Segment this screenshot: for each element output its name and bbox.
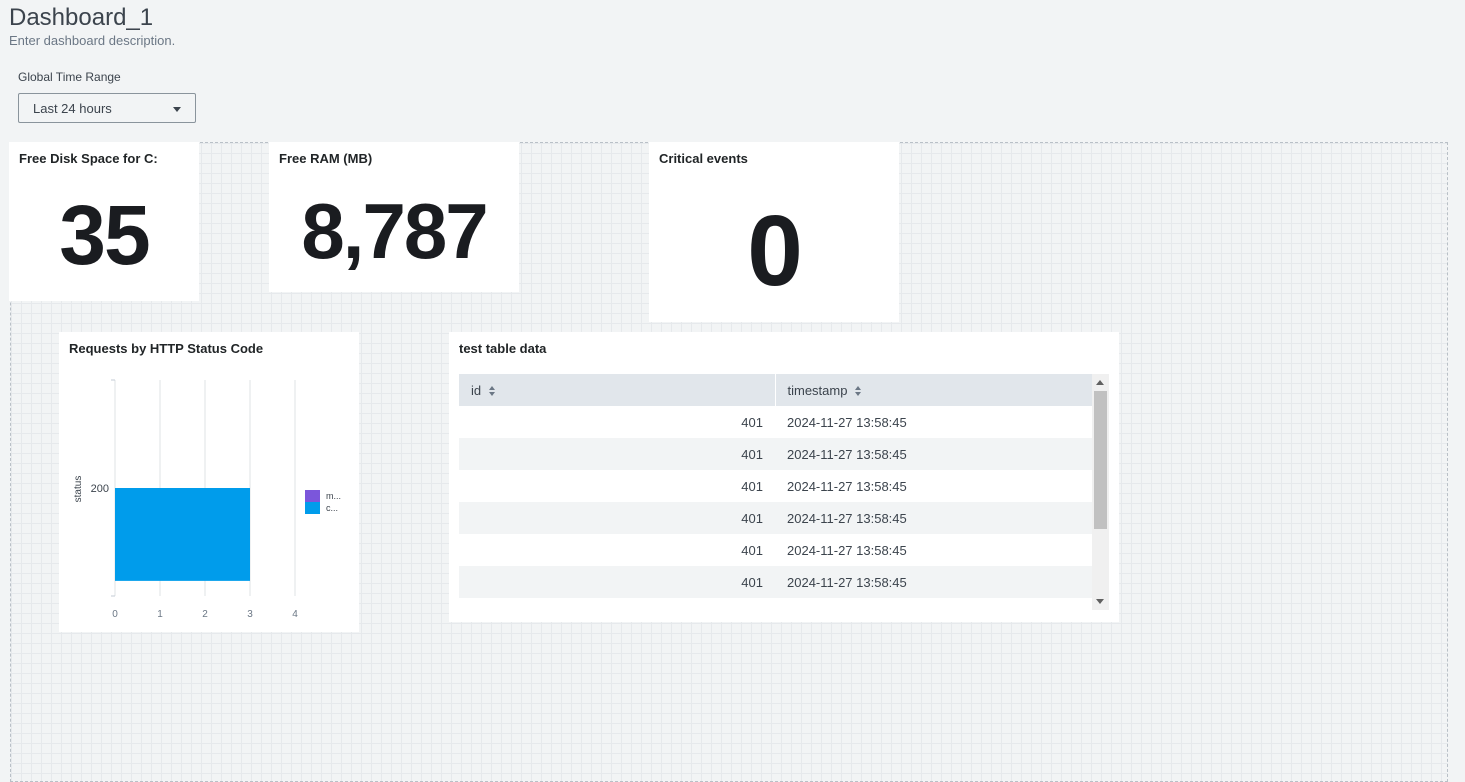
legend-label: c... [326, 503, 338, 513]
scroll-up-icon[interactable] [1096, 380, 1104, 385]
y-tick-label: 200 [91, 483, 109, 495]
panel-requests-chart[interactable]: Requests by HTTP Status Code 0 1 2 3 4 200 sta… [59, 332, 359, 632]
table-row[interactable]: 4012024-11-27 13:58:45 [459, 470, 1092, 502]
table-row[interactable]: 4012024-11-27 13:58:45 [459, 502, 1092, 534]
x-tick-label: 1 [157, 609, 163, 620]
cell-timestamp: 2024-11-27 13:58:45 [775, 470, 1092, 502]
cell-timestamp: 2024-11-27 13:58:45 [775, 438, 1092, 470]
scroll-down-icon[interactable] [1096, 599, 1104, 604]
cell-id: 401 [459, 534, 775, 566]
sort-icon [489, 386, 496, 397]
table-header-row: id timestamp [459, 374, 1092, 406]
x-tick-label: 3 [247, 609, 253, 620]
cell-id: 401 [459, 502, 775, 534]
cell-timestamp: 2024-11-27 13:58:45 [775, 406, 1092, 438]
panel-title: Free Disk Space for C: [19, 151, 158, 166]
single-value: 35 [59, 188, 150, 282]
cell-timestamp: 2024-11-27 13:58:45 [775, 566, 1092, 598]
bar-chart: 0 1 2 3 4 200 status m... c... [73, 379, 341, 620]
column-header-label: id [471, 382, 482, 398]
single-value: 0 [747, 195, 803, 307]
page-description[interactable]: Enter dashboard description. [9, 33, 175, 48]
column-header-id[interactable]: id [459, 374, 776, 406]
panel-critical-events[interactable]: Critical events 0 [649, 142, 899, 322]
cell-id: 401 [459, 566, 775, 598]
x-tick-label: 4 [292, 609, 298, 620]
time-range-dropdown[interactable]: Last 24 hours [18, 93, 196, 123]
y-axis-title: status [73, 476, 84, 503]
panel-test-table[interactable]: test table data id timestamp 401 2024-11-… [449, 332, 1119, 622]
table-scrollbar[interactable] [1092, 374, 1109, 610]
page-title: Dashboard_1 [9, 4, 154, 31]
legend-swatch [305, 502, 320, 514]
table-container: id timestamp 401 2024-11-27 13:58:45 401 20… [459, 374, 1109, 610]
column-header-timestamp[interactable]: timestamp [775, 374, 1092, 406]
panel-title: Critical events [659, 151, 748, 166]
cell-timestamp: 2024-11-27 13:58:45 [775, 502, 1092, 534]
legend-swatch [305, 490, 320, 502]
cell-id: 401 [459, 598, 775, 610]
cell-id: 401 [459, 406, 775, 438]
panel-free-ram[interactable]: Free RAM (MB) 8,787 [269, 142, 519, 292]
legend-label: m... [326, 491, 341, 501]
panel-free-disk[interactable]: Free Disk Space for C: 35 [9, 142, 199, 301]
cell-id: 401 [459, 438, 775, 470]
scrollbar-thumb[interactable] [1094, 391, 1107, 529]
table-row[interactable]: 4012024-11-27 13:58:45 [459, 438, 1092, 470]
x-tick-label: 0 [112, 609, 118, 620]
data-table: id timestamp 401 2024-11-27 13:58:45 401 20… [459, 374, 1092, 610]
table-row[interactable]: 4012024-11-27 13:58:45 [459, 598, 1092, 610]
panel-title: test table data [459, 341, 547, 356]
sort-icon [855, 386, 862, 397]
column-header-label: timestamp [787, 382, 848, 398]
cell-id: 401 [459, 470, 775, 502]
bar [115, 488, 250, 581]
cell-timestamp: 2024-11-27 13:58:45 [775, 598, 1092, 610]
single-value: 8,787 [301, 187, 488, 275]
table-row[interactable]: 4012024-11-27 13:58:45 [459, 566, 1092, 598]
x-tick-label: 2 [202, 609, 208, 620]
time-range-label: Global Time Range [18, 70, 121, 84]
table-row[interactable]: 4012024-11-27 13:58:45 [459, 406, 1092, 438]
cell-timestamp: 2024-11-27 13:58:45 [775, 534, 1092, 566]
panel-title: Free RAM (MB) [279, 151, 373, 166]
chevron-down-icon [173, 107, 181, 112]
table-row[interactable]: 4012024-11-27 13:58:45 [459, 534, 1092, 566]
time-range-value: Last 24 hours [33, 101, 112, 116]
